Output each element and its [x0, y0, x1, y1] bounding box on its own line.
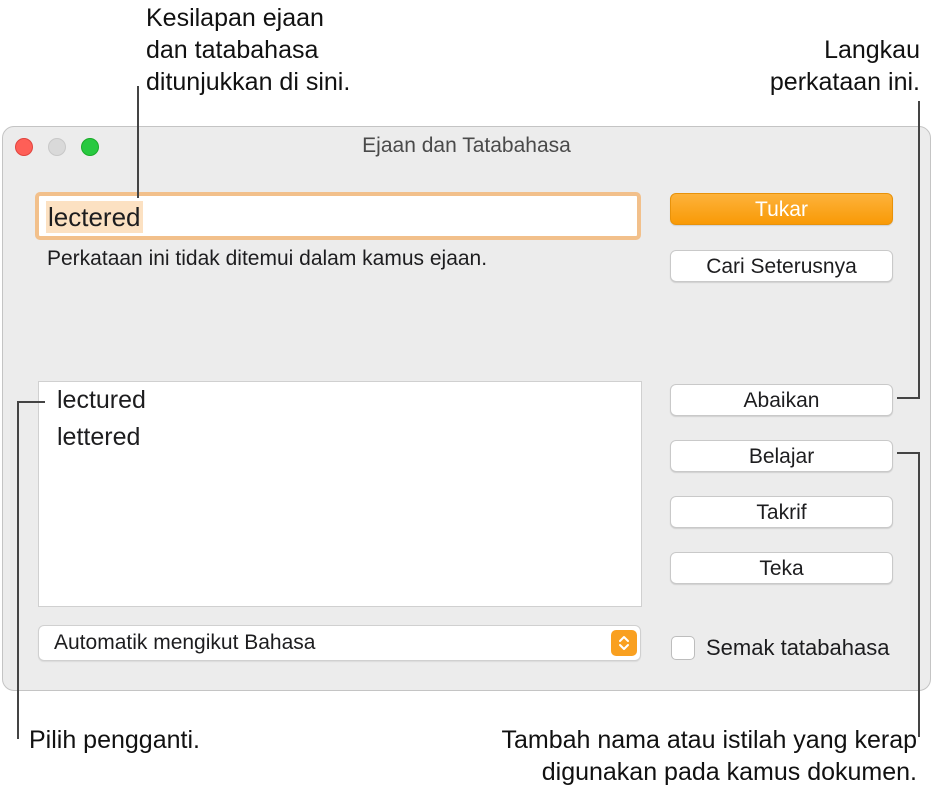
callout-learn-line-1: Tambah nama atau istilah yang kerap — [501, 726, 917, 754]
callout-choose: Pilih pengganti. — [29, 726, 200, 754]
language-select[interactable]: Automatik mengikut Bahasa — [38, 625, 641, 661]
leader-line-choose-h — [17, 401, 45, 403]
leader-line-errors — [137, 86, 139, 198]
leader-line-learn-v — [918, 452, 920, 737]
change-button[interactable]: Tukar — [670, 193, 893, 225]
find-next-button[interactable]: Cari Seterusnya — [670, 250, 893, 282]
language-select-value: Automatik mengikut Bahasa — [54, 631, 316, 654]
misspelled-word-selection: lectered — [46, 201, 143, 233]
callout-ignore-line-2: perkataan ini. — [769, 68, 920, 96]
callout-errors: Kesilapan ejaan dan tatabahasa ditunjukk… — [146, 2, 350, 98]
ignore-button[interactable]: Abaikan — [670, 384, 893, 416]
callout-errors-line-1: Kesilapan ejaan — [146, 4, 324, 32]
check-grammar-label[interactable]: Semak tatabahasa — [706, 633, 889, 663]
callout-learn-line-2: digunakan pada kamus dokumen. — [541, 758, 917, 786]
leader-line-ignore-h — [897, 397, 920, 399]
spelling-grammar-window: Ejaan dan Tatabahasa lectered Perkataan … — [2, 126, 931, 691]
suggestion-item-lectured[interactable]: lectured — [57, 384, 146, 416]
suggestion-item-lettered[interactable]: lettered — [57, 421, 140, 453]
guess-button[interactable]: Teka — [670, 552, 893, 584]
learn-button[interactable]: Belajar — [670, 440, 893, 472]
callout-errors-line-3: ditunjukkan di sini. — [146, 68, 351, 96]
callout-ignore: Langkau perkataan ini. — [770, 34, 920, 98]
callout-ignore-line-1: Langkau — [824, 36, 920, 64]
leader-line-learn-h — [897, 452, 920, 454]
up-down-chevron-svg — [619, 636, 629, 650]
callout-learn: Tambah nama atau istilah yang kerap digu… — [501, 724, 917, 788]
callout-errors-line-2: dan tatabahasa — [146, 36, 319, 64]
misspelled-word-field[interactable]: lectered — [35, 192, 641, 240]
window-title: Ejaan dan Tatabahasa — [362, 134, 571, 157]
leader-line-choose-v — [17, 401, 19, 739]
status-message: Perkataan ini tidak ditemui dalam kamus … — [47, 247, 488, 270]
suggestions-list[interactable]: lectured lettered — [38, 381, 642, 607]
leader-line-ignore-v — [918, 101, 920, 398]
define-button[interactable]: Takrif — [670, 496, 893, 528]
check-grammar-checkbox[interactable] — [671, 636, 695, 660]
up-down-chevron-icon — [611, 630, 637, 656]
